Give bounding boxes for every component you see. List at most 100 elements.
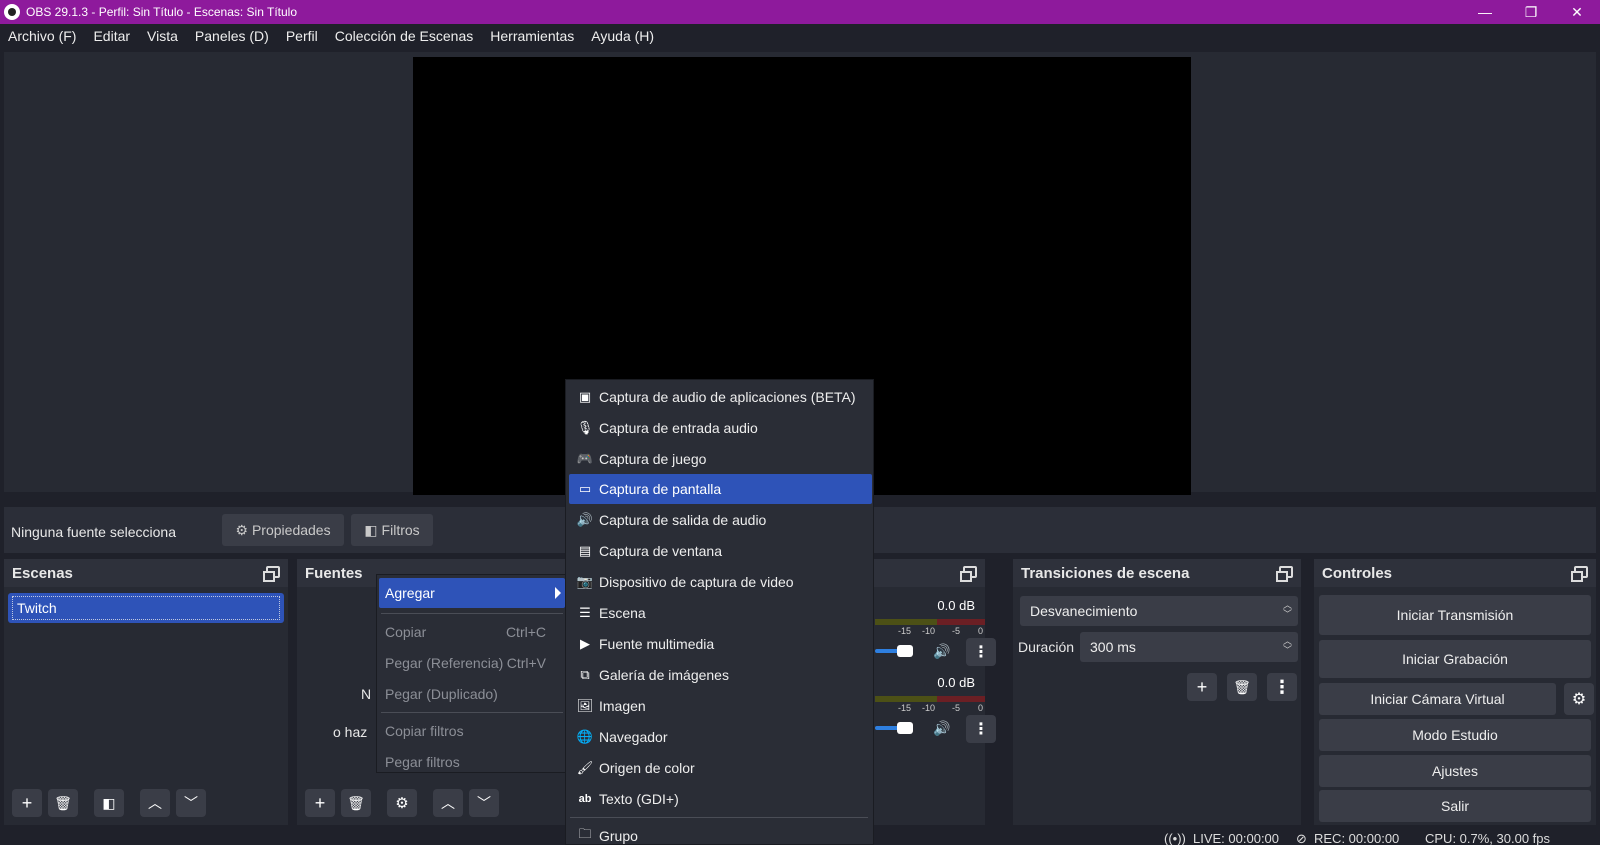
start-streaming-button[interactable]: Iniciar Transmisión bbox=[1319, 595, 1591, 635]
menu-herramientas[interactable]: Herramientas bbox=[490, 28, 574, 44]
scenes-dock: Escenas Twitch + 🗑 ◧ ︿ ﹀ bbox=[4, 559, 288, 825]
submenu-item-video-capture-device[interactable]: 📷 Dispositivo de captura de video bbox=[569, 567, 872, 597]
submenu-item-label: Captura de juego bbox=[599, 451, 707, 467]
undock-icon[interactable] bbox=[1276, 566, 1293, 582]
gear-icon: ⚙ bbox=[395, 795, 409, 812]
scenes-header: Escenas bbox=[4, 559, 288, 587]
submenu-item-label: Captura de salida de audio bbox=[599, 512, 767, 528]
cpu-fps: CPU: 0.7%, 30.00 fps bbox=[1425, 831, 1551, 845]
menu-item-copy-filters[interactable]: Copiar filtros bbox=[385, 723, 464, 739]
menu-item-copy[interactable]: Copiar bbox=[385, 624, 426, 640]
filters-button[interactable]: ◧ Filtros bbox=[351, 514, 433, 546]
properties-button[interactable]: ⚙ Propiedades bbox=[222, 514, 344, 546]
virtual-camera-settings-button[interactable]: ⚙ bbox=[1564, 683, 1594, 715]
studio-mode-button[interactable]: Modo Estudio bbox=[1319, 719, 1591, 751]
plus-icon: + bbox=[314, 792, 326, 813]
start-virtual-camera-button[interactable]: Iniciar Cámara Virtual bbox=[1319, 683, 1556, 715]
remove-source-button[interactable]: 🗑 bbox=[341, 789, 371, 817]
undock-icon[interactable] bbox=[960, 566, 977, 582]
track-2-menu-button[interactable]: ⋮ bbox=[966, 715, 996, 743]
menu-item-add-label: Agregar bbox=[385, 585, 435, 601]
submenu-item-label: Navegador bbox=[599, 729, 668, 745]
track-1-db: 0.0 dB bbox=[937, 598, 975, 613]
track-1-tick-15: -15 bbox=[898, 626, 912, 636]
submenu-item-group[interactable]: 🗀 Grupo bbox=[569, 821, 872, 845]
minimize-button[interactable]: — bbox=[1462, 0, 1508, 24]
shortcut-copy: Ctrl+C bbox=[505, 624, 546, 640]
shortcut-paste: Ctrl+V bbox=[506, 655, 546, 671]
submenu-item-audio-input-capture[interactable]: 🎙 Captura de entrada audio bbox=[569, 413, 872, 443]
submenu-item-label: Captura de audio de aplicaciones (BETA) bbox=[599, 389, 856, 405]
submenu-item-color-source[interactable]: 🖌 Origen de color bbox=[569, 753, 872, 783]
brush-icon: 🖌 bbox=[576, 760, 594, 775]
track-2-tick-15: -15 bbox=[898, 703, 912, 713]
track-1-tick-0: 0 bbox=[978, 626, 984, 636]
scene-item[interactable]: Twitch bbox=[8, 593, 284, 623]
move-source-down-button[interactable]: ﹀ bbox=[469, 789, 499, 817]
restore-button[interactable]: ❐ bbox=[1508, 0, 1554, 24]
submenu-item-audio-output-capture[interactable]: 🔊 Captura de salida de audio bbox=[569, 505, 872, 535]
add-scene-button[interactable]: + bbox=[12, 789, 42, 817]
transition-select[interactable]: Desvanecimiento ︿ ﹀ bbox=[1020, 596, 1298, 626]
menu-vista[interactable]: Vista bbox=[147, 28, 178, 44]
add-source-button[interactable]: + bbox=[305, 789, 335, 817]
speaker-icon[interactable]: 🔊 bbox=[933, 720, 950, 737]
menu-item-paste-filters[interactable]: Pegar filtros bbox=[385, 754, 460, 770]
submenu-item-image-slideshow[interactable]: ⧉ Galería de imágenes bbox=[569, 660, 872, 690]
menu-separator bbox=[570, 817, 868, 818]
duration-value: 300 ms bbox=[1090, 639, 1136, 655]
move-scene-up-button[interactable]: ︿ bbox=[140, 789, 170, 817]
source-properties-button[interactable]: ⚙ bbox=[387, 789, 417, 817]
broadcast-icon: ((•)) bbox=[1164, 831, 1186, 845]
track-1-menu-button[interactable]: ⋮ bbox=[966, 638, 996, 666]
track-2-volume-slider[interactable] bbox=[875, 722, 913, 734]
gamepad-icon: 🎮 bbox=[576, 451, 594, 466]
track-1-volume-slider[interactable] bbox=[875, 645, 913, 657]
menu-paneles[interactable]: Paneles (D) bbox=[195, 28, 269, 44]
menu-item-add[interactable]: Agregar bbox=[379, 578, 565, 608]
menu-ayuda[interactable]: Ayuda (H) bbox=[591, 28, 654, 44]
submenu-item-game-capture[interactable]: 🎮 Captura de juego bbox=[569, 444, 872, 474]
submenu-item-label: Texto (GDI+) bbox=[599, 791, 679, 807]
exit-button[interactable]: Salir bbox=[1319, 790, 1591, 822]
close-button[interactable]: ✕ bbox=[1554, 0, 1600, 24]
duration-spinbox[interactable]: 300 ms ︿ ﹀ bbox=[1080, 632, 1298, 662]
undock-icon[interactable] bbox=[263, 566, 280, 582]
submenu-item-browser[interactable]: 🌐 Navegador bbox=[569, 722, 872, 752]
submenu-item-window-capture[interactable]: ▤ Captura de ventana bbox=[569, 536, 872, 566]
menu-coleccion-escenas[interactable]: Colección de Escenas bbox=[335, 28, 474, 44]
submenu-item-app-audio-capture[interactable]: ▣ Captura de audio de aplicaciones (BETA… bbox=[569, 382, 872, 412]
speaker-icon[interactable]: 🔊 bbox=[933, 643, 950, 660]
menu-perfil[interactable]: Perfil bbox=[286, 28, 318, 44]
settings-button[interactable]: Ajustes bbox=[1319, 755, 1591, 787]
live-timer: LIVE: 00:00:00 bbox=[1193, 831, 1280, 845]
move-source-up-button[interactable]: ︿ bbox=[433, 789, 463, 817]
remove-scene-button[interactable]: 🗑 bbox=[48, 789, 78, 817]
submenu-item-label: Captura de ventana bbox=[599, 543, 722, 559]
menu-editar[interactable]: Editar bbox=[93, 28, 130, 44]
submenu-item-scene[interactable]: ☰ Escena bbox=[569, 598, 872, 628]
controls-title: Controles bbox=[1322, 564, 1393, 582]
submenu-item-text-gdi[interactable]: ab Texto (GDI+) bbox=[569, 784, 872, 814]
menu-archivo[interactable]: Archivo (F) bbox=[8, 28, 76, 44]
start-recording-button[interactable]: Iniciar Grabación bbox=[1319, 640, 1591, 678]
sources-toolbar: + 🗑 ⚙ ︿ ﹀ bbox=[305, 789, 499, 817]
scene-filters-button[interactable]: ◧ bbox=[94, 789, 124, 817]
camera-icon: 📷 bbox=[576, 574, 594, 589]
submenu-item-media-source[interactable]: ▶ Fuente multimedia bbox=[569, 629, 872, 659]
obs-logo-icon bbox=[4, 4, 20, 20]
add-transition-button[interactable]: + bbox=[1187, 673, 1217, 701]
submenu-item-image[interactable]: 🖼 Imagen bbox=[569, 691, 872, 721]
transition-menu-button[interactable]: ⋮ bbox=[1267, 673, 1297, 701]
remove-transition-button[interactable]: 🗑 bbox=[1227, 673, 1257, 701]
submenu-item-label: Imagen bbox=[599, 698, 646, 714]
image-icon: 🖼 bbox=[576, 698, 594, 713]
move-scene-down-button[interactable]: ﹀ bbox=[176, 789, 206, 817]
filter-icon: ◧ bbox=[102, 794, 116, 811]
scenes-title: Escenas bbox=[12, 564, 73, 582]
submenu-item-display-capture[interactable]: ▭ Captura de pantalla bbox=[569, 474, 872, 504]
window-controls: — ❐ ✕ bbox=[1462, 0, 1600, 24]
menu-item-paste-duplicate[interactable]: Pegar (Duplicado) bbox=[385, 686, 498, 702]
menu-item-paste-reference[interactable]: Pegar (Referencia) bbox=[385, 655, 503, 671]
undock-icon[interactable] bbox=[1571, 566, 1588, 582]
